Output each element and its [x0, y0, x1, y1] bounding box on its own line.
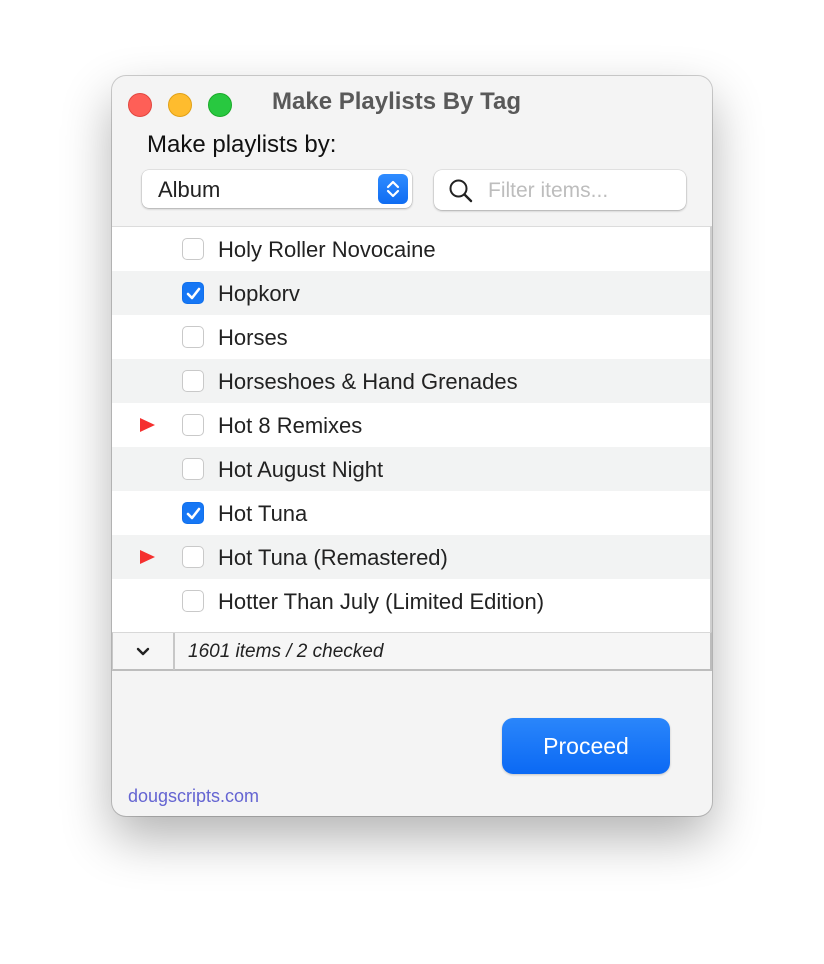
- proceed-button[interactable]: Proceed: [502, 718, 670, 774]
- checkmark-icon: [186, 287, 201, 300]
- item-name: Horses: [218, 325, 288, 350]
- list-item[interactable]: Horseshoes & Hand Grenades: [112, 359, 710, 403]
- item-name: Holy Roller Novocaine: [218, 237, 436, 262]
- list-item[interactable]: Holy Roller Novocaine: [112, 227, 710, 271]
- item-checkbox[interactable]: [182, 590, 204, 612]
- list-item[interactable]: Hopkorv: [112, 271, 710, 315]
- checkmark-icon: [186, 507, 201, 520]
- item-checkbox[interactable]: [182, 414, 204, 436]
- item-name: Hotter Than July (Limited Edition): [218, 589, 545, 614]
- item-checkbox[interactable]: [182, 238, 204, 260]
- list-item[interactable]: Hot 8 Remixes: [112, 403, 710, 447]
- item-checkbox[interactable]: [182, 326, 204, 348]
- item-checkbox[interactable]: [182, 370, 204, 392]
- list-item[interactable]: Hot August Night: [112, 447, 710, 491]
- dialog-window: Make Playlists By Tag Make playlists by:…: [112, 76, 712, 816]
- make-playlists-by-label: Make playlists by:: [147, 131, 337, 158]
- list-item[interactable]: Hotter Than July (Limited Edition): [112, 579, 710, 623]
- item-name: Horseshoes & Hand Grenades: [218, 369, 518, 394]
- item-checkbox[interactable]: [182, 546, 204, 568]
- dougscripts-link[interactable]: dougscripts.com: [128, 786, 259, 807]
- filter-input[interactable]: [486, 176, 680, 206]
- tag-popup-button[interactable]: Album: [142, 170, 412, 208]
- item-name: Hot Tuna (Remastered): [218, 545, 448, 570]
- minimize-button[interactable]: [168, 93, 192, 117]
- list-item[interactable]: Horses: [112, 315, 710, 359]
- options-menu-button[interactable]: [113, 633, 175, 670]
- window-title: Make Playlists By Tag: [272, 88, 521, 115]
- search-icon: [448, 178, 474, 209]
- disclosure-flag-icon: [140, 418, 155, 432]
- item-checkbox[interactable]: [182, 282, 204, 304]
- items-list[interactable]: Holy Roller Novocaine Hopkorv Horses Horses…: [112, 226, 712, 632]
- item-checkbox[interactable]: [182, 458, 204, 480]
- list-item[interactable]: Hot Tuna (Remastered): [112, 535, 710, 579]
- item-name: Hot Tuna: [218, 501, 308, 526]
- zoom-button[interactable]: [208, 93, 232, 117]
- status-count-text: 1601 items / 2 checked: [188, 641, 384, 662]
- status-bar: 1601 items / 2 checked: [112, 632, 712, 671]
- list-item[interactable]: Hot Tuna: [112, 491, 710, 535]
- up-down-chevron-icon: [378, 174, 408, 204]
- item-name: Hopkorv: [218, 281, 300, 306]
- item-name: Hot 8 Remixes: [218, 413, 363, 438]
- filter-search-field[interactable]: [434, 170, 686, 210]
- close-button[interactable]: [128, 93, 152, 117]
- tag-popup-value: Album: [158, 177, 221, 202]
- item-checkbox[interactable]: [182, 502, 204, 524]
- chevron-down-icon: [136, 647, 150, 656]
- disclosure-flag-icon: [140, 550, 155, 564]
- item-name: Hot August Night: [218, 457, 384, 482]
